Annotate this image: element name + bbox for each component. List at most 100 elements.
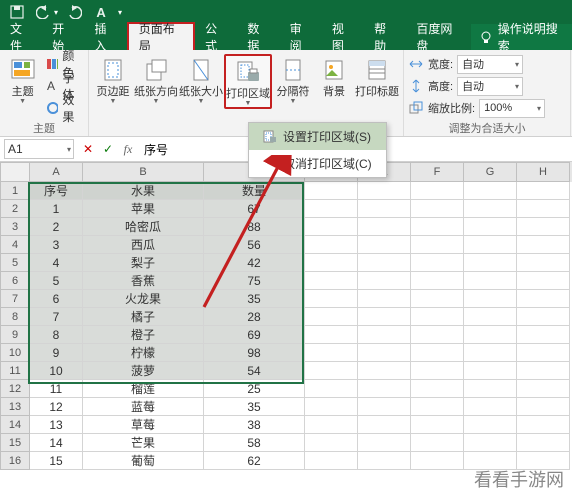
empty-cell[interactable] — [517, 362, 570, 380]
empty-cell[interactable] — [305, 308, 358, 326]
data-cell[interactable]: 西瓜 — [83, 236, 204, 254]
data-cell[interactable]: 3 — [30, 236, 83, 254]
empty-cell[interactable] — [305, 380, 358, 398]
effects-button[interactable]: 效果 — [43, 98, 84, 118]
size-button[interactable]: 纸张大小▼ — [179, 54, 223, 105]
empty-cell[interactable] — [517, 236, 570, 254]
empty-cell[interactable] — [358, 434, 411, 452]
empty-cell[interactable] — [411, 380, 464, 398]
name-box[interactable]: A1▾ — [4, 139, 74, 159]
data-cell[interactable]: 54 — [204, 362, 305, 380]
empty-cell[interactable] — [464, 308, 517, 326]
empty-cell[interactable] — [358, 218, 411, 236]
empty-cell[interactable] — [411, 344, 464, 362]
empty-cell[interactable] — [411, 200, 464, 218]
tab-baidu[interactable]: 百度网盘 — [406, 24, 470, 50]
tab-help[interactable]: 帮助 — [364, 24, 406, 50]
row-header[interactable]: 7 — [0, 290, 30, 308]
data-cell[interactable]: 88 — [204, 218, 305, 236]
empty-cell[interactable] — [305, 398, 358, 416]
data-cell[interactable]: 梨子 — [83, 254, 204, 272]
empty-cell[interactable] — [517, 326, 570, 344]
empty-cell[interactable] — [517, 308, 570, 326]
empty-cell[interactable] — [358, 326, 411, 344]
empty-cell[interactable] — [305, 362, 358, 380]
col-header[interactable]: B — [83, 162, 204, 182]
data-cell[interactable]: 6 — [30, 290, 83, 308]
empty-cell[interactable] — [464, 434, 517, 452]
data-cell[interactable]: 35 — [204, 290, 305, 308]
tab-file[interactable]: 文件 — [0, 24, 42, 50]
tab-formulas[interactable]: 公式 — [195, 24, 237, 50]
breaks-button[interactable]: 分隔符▼ — [273, 54, 313, 105]
empty-cell[interactable] — [517, 380, 570, 398]
empty-cell[interactable] — [517, 398, 570, 416]
empty-cell[interactable] — [411, 398, 464, 416]
empty-cell[interactable] — [358, 416, 411, 434]
empty-cell[interactable] — [358, 254, 411, 272]
print-titles-button[interactable]: 打印标题 — [355, 54, 399, 98]
data-cell[interactable]: 28 — [204, 308, 305, 326]
empty-cell[interactable] — [517, 272, 570, 290]
data-cell[interactable]: 67 — [204, 200, 305, 218]
margins-button[interactable]: 页边距▼ — [93, 54, 133, 105]
empty-cell[interactable] — [517, 182, 570, 200]
empty-cell[interactable] — [411, 218, 464, 236]
empty-cell[interactable] — [358, 398, 411, 416]
print-area-button[interactable]: 打印区域▼ — [224, 54, 272, 109]
row-header[interactable]: 15 — [0, 434, 30, 452]
data-cell[interactable]: 1 — [30, 200, 83, 218]
empty-cell[interactable] — [411, 236, 464, 254]
data-cell[interactable]: 10 — [30, 362, 83, 380]
tab-data[interactable]: 数据 — [237, 24, 279, 50]
data-cell[interactable]: 15 — [30, 452, 83, 470]
data-cell[interactable]: 56 — [204, 236, 305, 254]
data-cell[interactable]: 13 — [30, 416, 83, 434]
empty-cell[interactable] — [358, 200, 411, 218]
tab-view[interactable]: 视图 — [322, 24, 364, 50]
empty-cell[interactable] — [358, 452, 411, 470]
empty-cell[interactable] — [464, 236, 517, 254]
data-cell[interactable]: 14 — [30, 434, 83, 452]
data-cell[interactable]: 75 — [204, 272, 305, 290]
row-header[interactable]: 10 — [0, 344, 30, 362]
header-cell[interactable]: 序号 — [30, 182, 83, 200]
empty-cell[interactable] — [358, 344, 411, 362]
data-cell[interactable]: 橘子 — [83, 308, 204, 326]
save-icon[interactable] — [8, 3, 26, 21]
empty-cell[interactable] — [305, 290, 358, 308]
data-cell[interactable]: 5 — [30, 272, 83, 290]
empty-cell[interactable] — [358, 272, 411, 290]
empty-cell[interactable] — [358, 182, 411, 200]
empty-cell[interactable] — [411, 308, 464, 326]
data-cell[interactable]: 25 — [204, 380, 305, 398]
empty-cell[interactable] — [517, 200, 570, 218]
empty-cell[interactable] — [358, 380, 411, 398]
row-header[interactable]: 13 — [0, 398, 30, 416]
empty-cell[interactable] — [464, 254, 517, 272]
empty-cell[interactable] — [517, 218, 570, 236]
data-cell[interactable]: 葡萄 — [83, 452, 204, 470]
empty-cell[interactable] — [305, 200, 358, 218]
data-cell[interactable]: 芒果 — [83, 434, 204, 452]
data-cell[interactable]: 11 — [30, 380, 83, 398]
empty-cell[interactable] — [464, 344, 517, 362]
data-cell[interactable]: 哈密瓜 — [83, 218, 204, 236]
tell-me-search[interactable]: 操作说明搜索 — [471, 24, 572, 50]
row-header[interactable]: 5 — [0, 254, 30, 272]
empty-cell[interactable] — [358, 236, 411, 254]
data-cell[interactable]: 7 — [30, 308, 83, 326]
col-header[interactable]: F — [411, 162, 464, 182]
data-cell[interactable]: 8 — [30, 326, 83, 344]
header-cell[interactable]: 水果 — [83, 182, 204, 200]
empty-cell[interactable] — [517, 344, 570, 362]
empty-cell[interactable] — [517, 254, 570, 272]
empty-cell[interactable] — [464, 398, 517, 416]
empty-cell[interactable] — [305, 182, 358, 200]
data-cell[interactable]: 香蕉 — [83, 272, 204, 290]
qat-customize-icon[interactable]: ▾ — [118, 8, 122, 17]
orientation-button[interactable]: 纸张方向▼ — [134, 54, 178, 105]
data-cell[interactable]: 69 — [204, 326, 305, 344]
empty-cell[interactable] — [305, 218, 358, 236]
empty-cell[interactable] — [464, 380, 517, 398]
